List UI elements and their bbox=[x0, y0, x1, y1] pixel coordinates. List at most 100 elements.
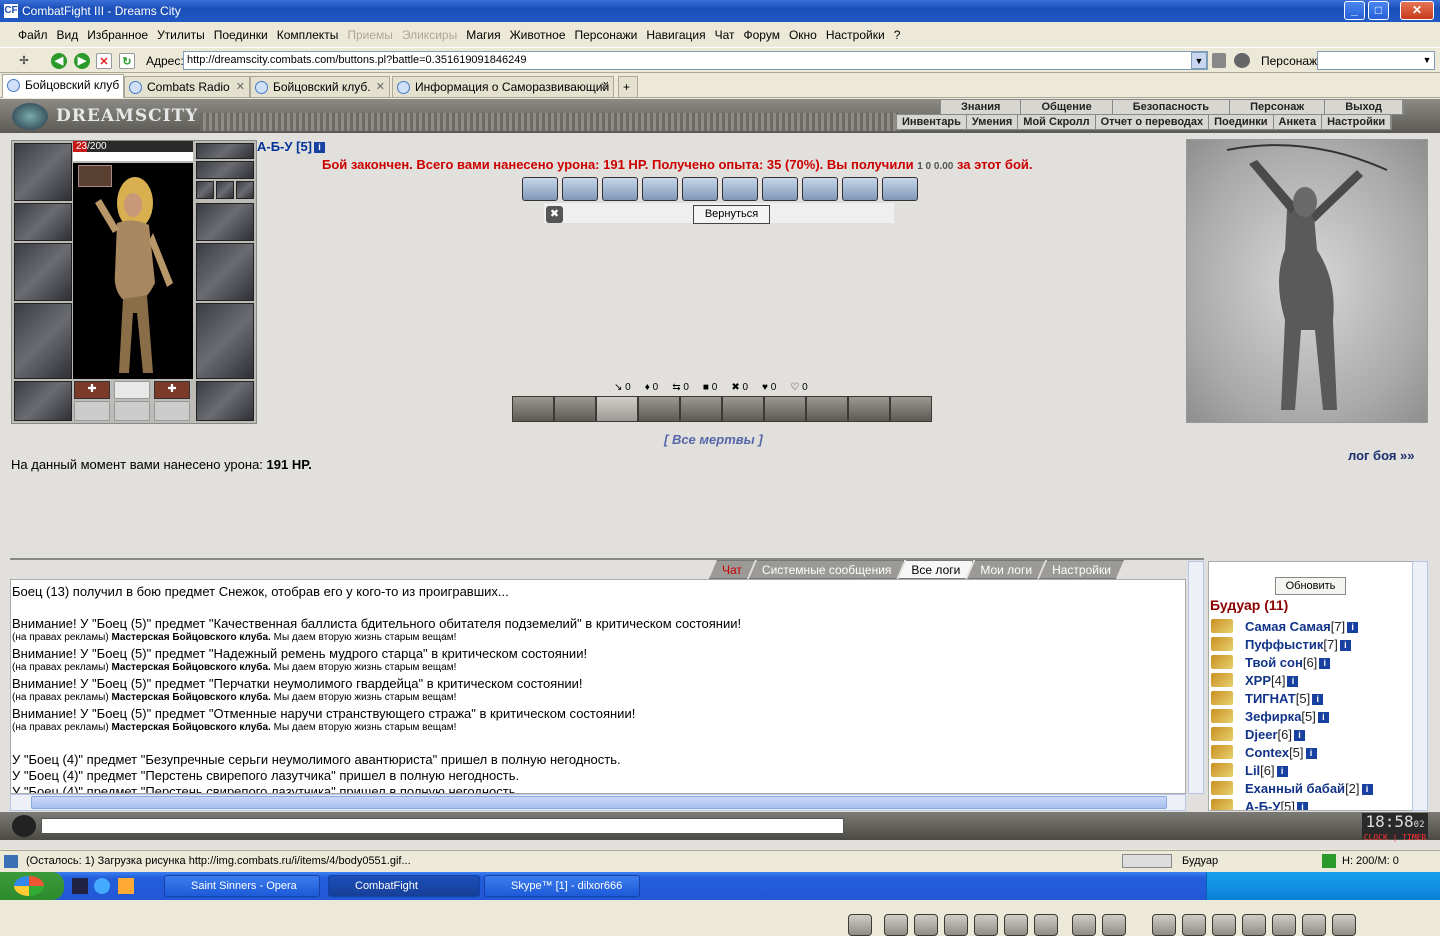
close-button[interactable]: ✕ bbox=[1400, 1, 1434, 20]
toolbar-icon-2[interactable] bbox=[914, 914, 938, 936]
toolbar-icon-0[interactable] bbox=[848, 914, 872, 936]
menu-item-15[interactable]: Настройки bbox=[826, 28, 885, 42]
user-name[interactable]: Зефирка bbox=[1245, 709, 1301, 724]
room-user[interactable]: Пуффыстик[7] i bbox=[1211, 636, 1351, 654]
scroll-slot[interactable] bbox=[114, 381, 150, 399]
address-input[interactable]: http://dreamscity.combats.com/buttons.pl… bbox=[183, 51, 1208, 70]
maximize-button[interactable]: □ bbox=[1368, 1, 1389, 20]
ring3-slot[interactable] bbox=[236, 181, 254, 199]
room-user[interactable]: Самая Самая[7] i bbox=[1211, 618, 1359, 636]
browser-tab-2[interactable]: Бойцовский клуб. ✕ bbox=[250, 76, 390, 97]
armor-slot[interactable] bbox=[14, 303, 72, 379]
back-button[interactable]: ◀ bbox=[51, 53, 67, 69]
tab-close-icon[interactable]: ✕ bbox=[600, 77, 609, 97]
menu-item-2[interactable]: Избранное bbox=[87, 28, 148, 42]
chevron-down-icon[interactable]: ▼ bbox=[1420, 52, 1434, 69]
fight-log-link[interactable]: лог боя »» bbox=[1348, 448, 1415, 463]
menu-item-1[interactable]: Вид bbox=[57, 28, 79, 42]
media-icon[interactable] bbox=[118, 878, 134, 894]
ad-workshop[interactable]: Мастерская Бойцовского клуба. bbox=[111, 662, 270, 673]
toolbar-icon-11[interactable] bbox=[1212, 914, 1236, 936]
empty-slot[interactable] bbox=[114, 401, 150, 421]
info-icon[interactable]: i bbox=[1317, 712, 1329, 723]
info-icon[interactable]: i bbox=[1294, 730, 1305, 741]
room-user[interactable]: Еханный бабай[2] i bbox=[1211, 780, 1373, 798]
shield-slot[interactable] bbox=[196, 243, 254, 301]
gloves-slot[interactable] bbox=[14, 203, 72, 241]
toolbar-icon-6[interactable] bbox=[1034, 914, 1058, 936]
page-icon[interactable] bbox=[1212, 53, 1226, 68]
room-user[interactable]: ТИГНАТ[5] i bbox=[1211, 690, 1324, 708]
toolbar-icon-7[interactable] bbox=[1072, 914, 1096, 936]
chat-tab-3[interactable]: Мои логи bbox=[967, 560, 1045, 579]
menu-item-0[interactable]: Файл bbox=[18, 28, 48, 42]
menu-item-11[interactable]: Навигация bbox=[646, 28, 705, 42]
topnav-2[interactable]: Безопасность bbox=[1113, 100, 1231, 114]
boots-slot[interactable] bbox=[196, 381, 254, 421]
taskbar-task-2[interactable]: Skype™ [1] - dilxor666 bbox=[484, 875, 640, 897]
toolbar-icon-8[interactable] bbox=[1102, 914, 1126, 936]
menu-item-8[interactable]: Магия bbox=[466, 28, 500, 42]
refresh-room-button[interactable]: Обновить bbox=[1275, 577, 1346, 595]
chat-tab-0[interactable]: Чат bbox=[709, 560, 755, 579]
legs-slot[interactable] bbox=[196, 303, 254, 379]
topnav-4[interactable]: Выход bbox=[1325, 100, 1403, 114]
toolbar-icon-10[interactable] bbox=[1182, 914, 1206, 936]
menu-item-5[interactable]: Комплекты bbox=[277, 28, 339, 42]
chat-tab-2[interactable]: Все логи bbox=[898, 560, 973, 579]
empty-slot[interactable] bbox=[74, 401, 110, 421]
action-icon-9[interactable] bbox=[890, 396, 932, 422]
room-user[interactable]: Djeer[6] i bbox=[1211, 726, 1305, 744]
user-name[interactable]: XPP bbox=[1245, 673, 1271, 688]
helmet-slot[interactable] bbox=[14, 143, 72, 201]
toolbar-icon-12[interactable] bbox=[1242, 914, 1266, 936]
magic-scroll-icon[interactable] bbox=[762, 177, 798, 201]
room-user[interactable]: Твой сон[6] i bbox=[1211, 654, 1331, 672]
browser-tab-3[interactable]: Информация о Саморазвивающий ✕ bbox=[392, 76, 614, 97]
magic-scroll-icon[interactable] bbox=[882, 177, 918, 201]
info-icon[interactable]: i bbox=[1296, 802, 1308, 810]
user-name[interactable]: Пуффыстик bbox=[1245, 637, 1323, 652]
menu-item-12[interactable]: Чат bbox=[715, 28, 735, 42]
return-button[interactable]: Вернуться bbox=[693, 205, 770, 224]
toolbar-icon-15[interactable] bbox=[1332, 914, 1356, 936]
toolbar-icon-13[interactable] bbox=[1272, 914, 1296, 936]
room-scrollbar[interactable] bbox=[1412, 561, 1428, 811]
necklace-slot[interactable] bbox=[196, 161, 254, 179]
magic-scroll-icon[interactable] bbox=[562, 177, 598, 201]
info-icon[interactable]: i bbox=[1287, 676, 1299, 687]
desktop-icon[interactable] bbox=[72, 878, 88, 894]
info-icon[interactable]: i bbox=[1305, 748, 1317, 759]
room-user[interactable]: Lil[6] i bbox=[1211, 762, 1288, 780]
address-dropdown-icon[interactable]: ▼ bbox=[1191, 52, 1207, 69]
stop-button[interactable]: ✕ bbox=[96, 53, 112, 69]
potion-icon[interactable]: ✚ bbox=[154, 381, 190, 399]
scrollbar-thumb[interactable] bbox=[31, 796, 1167, 809]
action-icon-8[interactable] bbox=[848, 396, 890, 422]
ring1-slot[interactable] bbox=[196, 181, 214, 199]
room-user[interactable]: А-Б-У[5] i bbox=[1211, 798, 1308, 810]
chat-vertical-scrollbar[interactable] bbox=[1188, 561, 1204, 794]
toolbar-icon-1[interactable] bbox=[884, 914, 908, 936]
info-icon[interactable]: i bbox=[1312, 694, 1324, 705]
chat-avatar-icon[interactable] bbox=[12, 815, 36, 837]
toolbar-icon-14[interactable] bbox=[1302, 914, 1326, 936]
menu-item-13[interactable]: Форум bbox=[744, 28, 780, 42]
subnav-1[interactable]: Умения bbox=[967, 115, 1019, 129]
action-icon-4[interactable] bbox=[680, 396, 722, 422]
toolbar-icon-3[interactable] bbox=[944, 914, 968, 936]
user-name[interactable]: Contex bbox=[1245, 745, 1289, 760]
subnav-3[interactable]: Отчет о переводах bbox=[1096, 115, 1210, 129]
user-name[interactable]: Твой сон bbox=[1245, 655, 1303, 670]
topnav-1[interactable]: Общение bbox=[1021, 100, 1113, 114]
action-icon-0[interactable] bbox=[512, 396, 554, 422]
start-button[interactable] bbox=[0, 872, 64, 900]
taskbar-task-1[interactable]: CombatFight bbox=[328, 875, 480, 897]
browser-tab-0[interactable]: Бойцовский клуб bbox=[2, 74, 124, 98]
room-user[interactable]: Зефирка[5] i bbox=[1211, 708, 1329, 726]
user-name[interactable]: Lil bbox=[1245, 763, 1260, 778]
empty-slot[interactable] bbox=[154, 401, 190, 421]
ad-workshop[interactable]: Мастерская Бойцовского клуба. bbox=[111, 692, 270, 703]
action-icon-1[interactable] bbox=[554, 396, 596, 422]
action-icon-2[interactable] bbox=[596, 396, 638, 422]
